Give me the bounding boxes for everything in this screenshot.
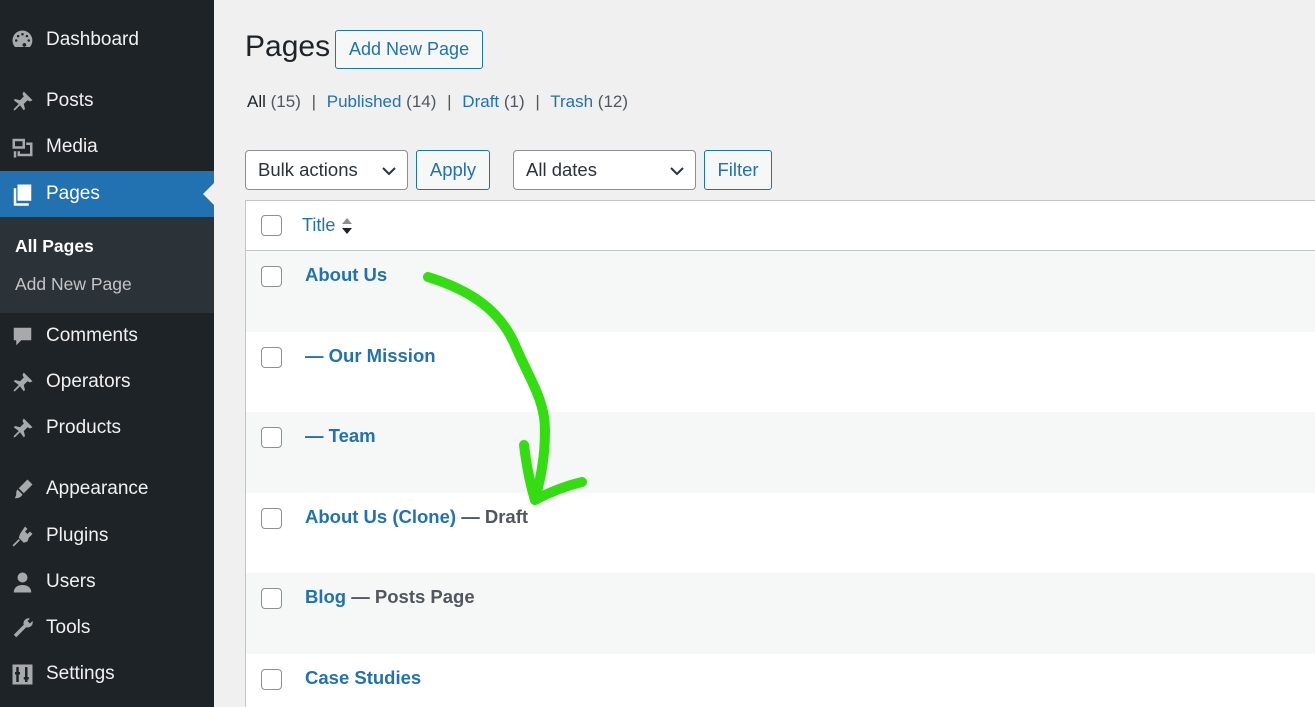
wrench-icon — [9, 615, 35, 641]
sidebar-item-comments[interactable]: Comments — [0, 313, 214, 359]
row-title: Case Studies — [305, 667, 421, 689]
media-icon — [9, 134, 35, 160]
pin-icon — [9, 369, 35, 395]
page-title-link[interactable]: Blog — [305, 586, 346, 607]
sidebar-item-label: Pages — [46, 183, 100, 204]
main-content: Pages Add New Page All (15) | Published … — [214, 0, 1315, 707]
dates-select[interactable]: All dates — [513, 150, 696, 190]
row-checkbox[interactable] — [261, 347, 282, 368]
sidebar-item-label: Tools — [46, 617, 91, 638]
row-checkbox[interactable] — [261, 508, 282, 529]
sidebar-item-plugins[interactable]: Plugins — [0, 513, 214, 559]
page-title-link[interactable]: About Us — [305, 264, 387, 285]
sidebar-item-operators[interactable]: Operators — [0, 359, 214, 405]
filter-separator: | — [535, 92, 540, 111]
pin-icon — [9, 88, 35, 114]
user-icon — [9, 569, 35, 595]
sidebar-item-pages[interactable]: Pages — [0, 171, 214, 217]
filter-trash-link[interactable]: Trash — [550, 92, 593, 111]
brush-icon — [9, 476, 35, 502]
pages-icon — [9, 181, 35, 207]
sidebar-item-label: Plugins — [46, 525, 109, 546]
page-title-link[interactable]: — Team — [305, 425, 376, 446]
table-row: About Us — [246, 251, 1315, 332]
sidebar-item-products[interactable]: Products — [0, 405, 214, 451]
sidebar-item-label: Media — [46, 136, 98, 157]
chevron-down-icon — [670, 167, 684, 176]
bulk-actions-select[interactable]: Bulk actions — [245, 150, 408, 190]
table-row: Case Studies — [246, 654, 1315, 707]
filter-separator: | — [311, 92, 317, 111]
settings-icon — [9, 661, 35, 687]
title-column-header[interactable]: Title — [302, 215, 353, 236]
filter-published-link[interactable]: Published — [327, 92, 402, 111]
filter-button[interactable]: Filter — [704, 150, 772, 190]
sidebar-item-settings[interactable]: Settings — [0, 651, 214, 697]
filter-trash-count: (12) — [597, 92, 629, 111]
table-header: Title — [246, 201, 1315, 251]
row-title: — Team — [305, 425, 376, 447]
sidebar-item-label: Users — [46, 571, 96, 592]
bulk-actions-value: Bulk actions — [258, 159, 358, 180]
row-title: About Us — [305, 264, 387, 286]
post-state: — Draft — [456, 506, 529, 527]
filter-draft-link[interactable]: Draft — [462, 92, 499, 111]
sidebar-item-appearance[interactable]: Appearance — [0, 466, 214, 512]
row-title: About Us (Clone) — Draft — [305, 506, 528, 528]
row-checkbox[interactable] — [261, 669, 282, 690]
sidebar-item-label: Products — [46, 417, 121, 438]
pin-icon — [9, 415, 35, 441]
submenu-add-new-page[interactable]: Add New Page — [15, 274, 132, 295]
select-all-checkbox[interactable] — [261, 215, 282, 236]
page-title-link[interactable]: Case Studies — [305, 667, 421, 688]
pages-table: Title About Us — Our Mission — Team Abou… — [245, 200, 1315, 707]
table-row: About Us (Clone) — Draft — [246, 493, 1315, 574]
filter-draft-count: (1) — [503, 92, 525, 111]
add-new-page-button[interactable]: Add New Page — [335, 30, 484, 69]
filter-separator: | — [447, 92, 452, 111]
table-row: — Team — [246, 412, 1315, 493]
page-title: Pages — [245, 30, 331, 63]
table-row: Blog — Posts Page — [246, 573, 1315, 654]
submenu-all-pages[interactable]: All Pages — [15, 236, 94, 257]
row-title: Blog — Posts Page — [305, 586, 475, 608]
sidebar-item-posts[interactable]: Posts — [0, 78, 214, 124]
sidebar-item-tools[interactable]: Tools — [0, 605, 214, 651]
plug-icon — [9, 523, 35, 549]
post-state: — Posts Page — [346, 586, 475, 607]
row-checkbox[interactable] — [261, 588, 282, 609]
status-filter-links: All (15) | Published (14) | Draft (1) | … — [247, 92, 628, 112]
page-title-link[interactable]: About Us (Clone) — [305, 506, 456, 527]
sort-icon — [342, 217, 353, 234]
row-checkbox[interactable] — [261, 266, 282, 287]
sidebar-item-label: Settings — [46, 663, 115, 684]
sidebar-item-users[interactable]: Users — [0, 559, 214, 605]
row-title: — Our Mission — [305, 345, 436, 367]
dates-value: All dates — [526, 159, 597, 180]
table-row: — Our Mission — [246, 332, 1315, 413]
sidebar-item-label: Dashboard — [46, 29, 139, 50]
comment-icon — [9, 323, 35, 349]
chevron-down-icon — [382, 167, 396, 176]
dashboard-icon — [9, 27, 35, 53]
sidebar-item-label: Comments — [46, 325, 138, 346]
admin-sidebar: Dashboard Posts Media Pages All Pages Ad… — [0, 0, 214, 707]
apply-button[interactable]: Apply — [416, 150, 490, 190]
filter-all-link[interactable]: All — [247, 92, 266, 111]
filter-published-count: (14) — [406, 92, 437, 111]
sidebar-item-label: Posts — [46, 90, 94, 111]
title-header-label: Title — [302, 215, 336, 235]
sidebar-item-label: Appearance — [46, 478, 149, 499]
sidebar-item-dashboard[interactable]: Dashboard — [0, 17, 214, 63]
page-title-link[interactable]: — Our Mission — [305, 345, 436, 366]
pages-submenu: All Pages Add New Page — [0, 217, 214, 313]
row-checkbox[interactable] — [261, 427, 282, 448]
filter-all-count: (15) — [270, 92, 301, 111]
sidebar-item-media[interactable]: Media — [0, 124, 214, 170]
sidebar-item-label: Operators — [46, 371, 131, 392]
